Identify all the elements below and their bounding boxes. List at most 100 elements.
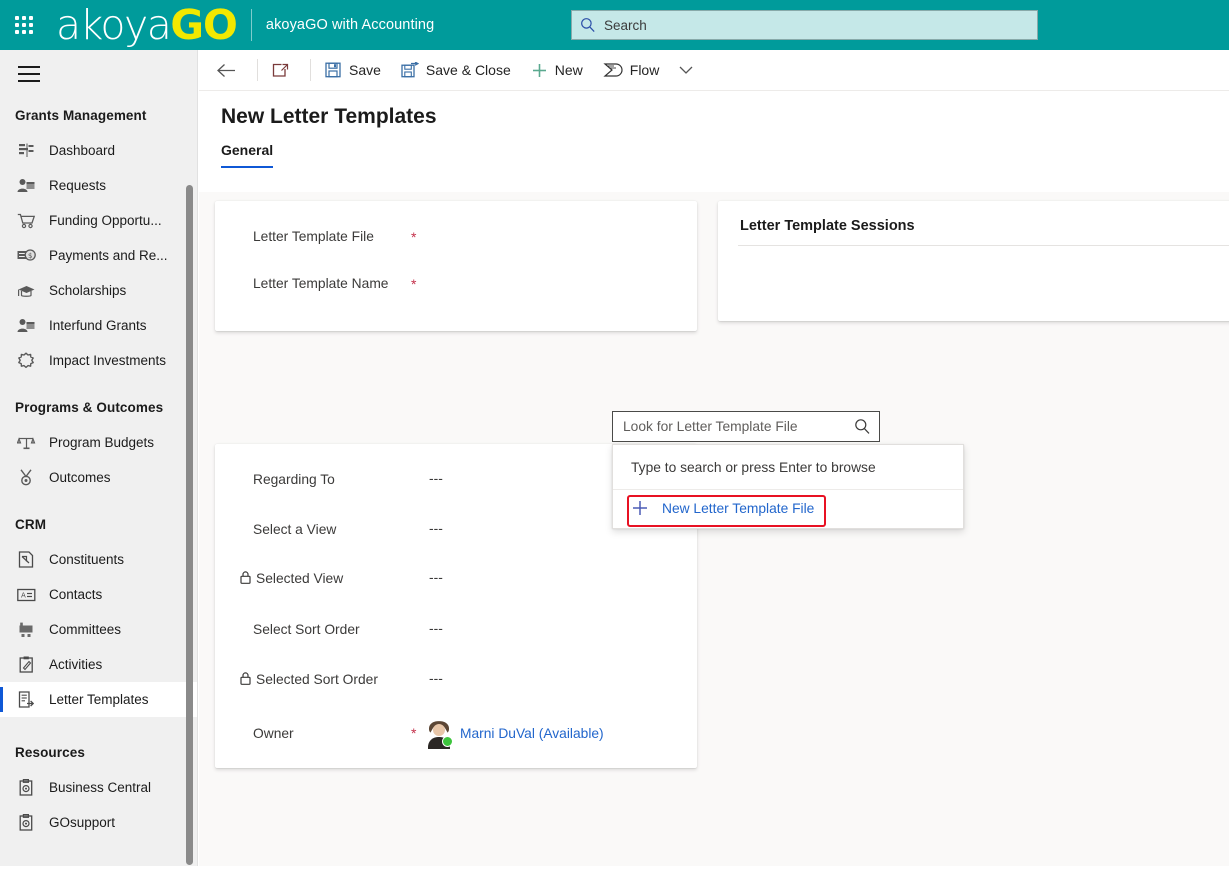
sidebar-item-contacts[interactable]: A Contacts — [0, 577, 197, 612]
field-label-letter-template-name: Letter Template Name — [253, 275, 389, 291]
contact-card-icon: A — [15, 585, 37, 605]
sidebar-item-program-budgets[interactable]: Program Budgets — [0, 425, 197, 460]
field-row-letter-template-file: Letter Template File * — [215, 201, 697, 247]
sidebar-item-outcomes[interactable]: Outcomes — [0, 460, 197, 495]
required-indicator-empty — [411, 471, 425, 472]
dashboard-icon — [15, 141, 37, 161]
lookup-placeholder: Look for Letter Template File — [623, 419, 798, 434]
sidebar-item-label: Scholarships — [49, 283, 127, 298]
command-bar-separator — [310, 59, 311, 81]
sidebar-item-label: Interfund Grants — [49, 318, 147, 333]
top-header-bar: akoya GO akoyaGO with Accounting Search — [0, 0, 1229, 50]
sidebar-item-letter-templates[interactable]: Letter Templates — [0, 682, 197, 717]
save-and-close-icon — [401, 62, 419, 78]
sidebar-item-interfund-grants[interactable]: Interfund Grants — [0, 308, 197, 343]
flow-icon — [603, 62, 623, 78]
field-label-selected-view: Selected View — [256, 571, 344, 587]
sidebar-scrollbar[interactable] — [186, 185, 193, 865]
nav-group-title-grants-management: Grants Management — [15, 108, 147, 123]
field-value-select-a-view[interactable]: --- — [425, 521, 443, 536]
open-in-new-window-button[interactable] — [262, 50, 306, 90]
field-row-selected-sort-order: Selected Sort Order --- — [215, 640, 697, 691]
field-value-selected-sort-order: --- — [429, 670, 443, 686]
shopping-cart-icon — [15, 211, 37, 231]
required-indicator-empty — [411, 521, 425, 522]
sidebar-item-dashboard[interactable]: Dashboard — [0, 133, 197, 168]
window-bottom-edge — [0, 866, 1229, 870]
nav-group-title-programs-outcomes: Programs & Outcomes — [15, 400, 164, 415]
sidebar-item-label: Dashboard — [49, 143, 116, 158]
sidebar-item-label: Activities — [49, 657, 103, 672]
command-bar: Save Save & Close New Flow — [199, 50, 1229, 91]
sidebar-item-impact-investments[interactable]: Impact Investments — [0, 343, 197, 378]
new-record-label: New Letter Template File — [662, 500, 815, 516]
command-overflow-button[interactable] — [669, 50, 710, 90]
app-title: akoyaGO with Accounting — [265, 17, 435, 33]
sidebar-collapse-button[interactable] — [0, 50, 40, 96]
avatar — [426, 720, 453, 750]
nav-group-title-crm: CRM — [15, 517, 47, 532]
sidebar-item-committees[interactable]: Committees — [0, 612, 197, 647]
sidebar-item-payments-and-receipts[interactable]: $ Payments and Re... — [0, 238, 197, 273]
sidebar-item-label: Business Central — [49, 780, 152, 795]
tab-general[interactable]: General — [221, 142, 274, 168]
tab-strip: General — [199, 129, 1229, 168]
new-button[interactable]: New — [521, 50, 593, 90]
save-icon — [325, 62, 342, 78]
page-title: New Letter Templates — [221, 105, 437, 128]
clipboard-gear-icon — [15, 778, 37, 798]
search-icon[interactable] — [854, 418, 871, 435]
required-indicator-empty — [411, 570, 425, 571]
sidebar-item-requests[interactable]: Requests — [0, 168, 197, 203]
requests-person-icon — [15, 176, 37, 196]
field-row-select-sort-order: Select Sort Order --- — [215, 590, 697, 640]
field-label-select-a-view: Select a View — [253, 521, 337, 537]
owner-name-link[interactable]: Marni DuVal (Available) — [460, 726, 604, 741]
sidebar-item-label: Funding Opportu... — [49, 213, 162, 228]
search-icon — [581, 18, 595, 33]
required-indicator: * — [411, 229, 417, 245]
brand-logo[interactable]: akoya GO — [56, 0, 238, 49]
flow-button[interactable]: Flow — [593, 50, 670, 90]
lookup-hint-text: Type to search or press Enter to browse — [631, 460, 876, 475]
save-button[interactable]: Save — [315, 50, 391, 90]
field-value-selected-view: --- — [429, 570, 443, 586]
sidebar-item-label: Program Budgets — [49, 435, 155, 450]
field-value-regarding-to[interactable]: --- — [425, 471, 443, 486]
field-label-selected-sort-order: Selected Sort Order — [256, 671, 378, 687]
medal-icon — [15, 468, 37, 488]
sidebar-item-label: Impact Investments — [49, 353, 167, 368]
committees-icon — [15, 620, 37, 640]
global-search-box[interactable]: Search — [571, 10, 1038, 40]
sidebar-item-label: Contacts — [49, 587, 103, 602]
sidebar-item-activities[interactable]: Activities — [0, 647, 197, 682]
sidebar-item-funding-opportunities[interactable]: Funding Opportu... — [0, 203, 197, 238]
letter-template-sessions-panel: Letter Template Sessions — [718, 201, 1229, 321]
app-launcher-button[interactable] — [0, 0, 48, 50]
scales-icon — [15, 433, 37, 453]
new-letter-template-file-option[interactable]: New Letter Template File — [613, 490, 963, 526]
new-button-label: New — [554, 62, 583, 78]
brand-name-primary: akoya — [56, 0, 172, 49]
brand-name-accent: GO — [170, 0, 238, 49]
owner-value[interactable]: Marni DuVal (Available) — [425, 720, 604, 750]
sidebar-item-constituents[interactable]: Constituents — [0, 542, 197, 577]
sidebar-item-business-central[interactable]: Business Central — [0, 770, 197, 805]
hamburger-icon-line — [18, 80, 40, 82]
chevron-down-icon — [679, 65, 693, 75]
lookup-results-flyout: Type to search or press Enter to browse … — [612, 444, 964, 529]
field-value-select-sort-order[interactable]: --- — [425, 621, 443, 636]
clipboard-gear-icon — [15, 813, 37, 833]
sidebar-item-scholarships[interactable]: Scholarships — [0, 273, 197, 308]
save-and-close-button[interactable]: Save & Close — [391, 50, 521, 90]
field-row-letter-template-name: Letter Template Name * — [215, 247, 697, 294]
field-label-owner: Owner — [253, 726, 294, 742]
field-row-owner: Owner * Marni DuVal (Available) — [215, 690, 697, 750]
letter-template-file-lookup-input[interactable]: Look for Letter Template File — [612, 411, 880, 442]
open-in-new-window-icon — [272, 63, 289, 78]
form-section-top: Letter Template File * Letter Template N… — [215, 201, 697, 331]
nav-group-title-resources: Resources — [15, 745, 85, 760]
sidebar-item-gosupport[interactable]: GOsupport — [0, 805, 197, 840]
back-button[interactable] — [207, 50, 253, 90]
sidebar-navigation: Grants Management Dashboard Requests Fun… — [0, 50, 198, 870]
